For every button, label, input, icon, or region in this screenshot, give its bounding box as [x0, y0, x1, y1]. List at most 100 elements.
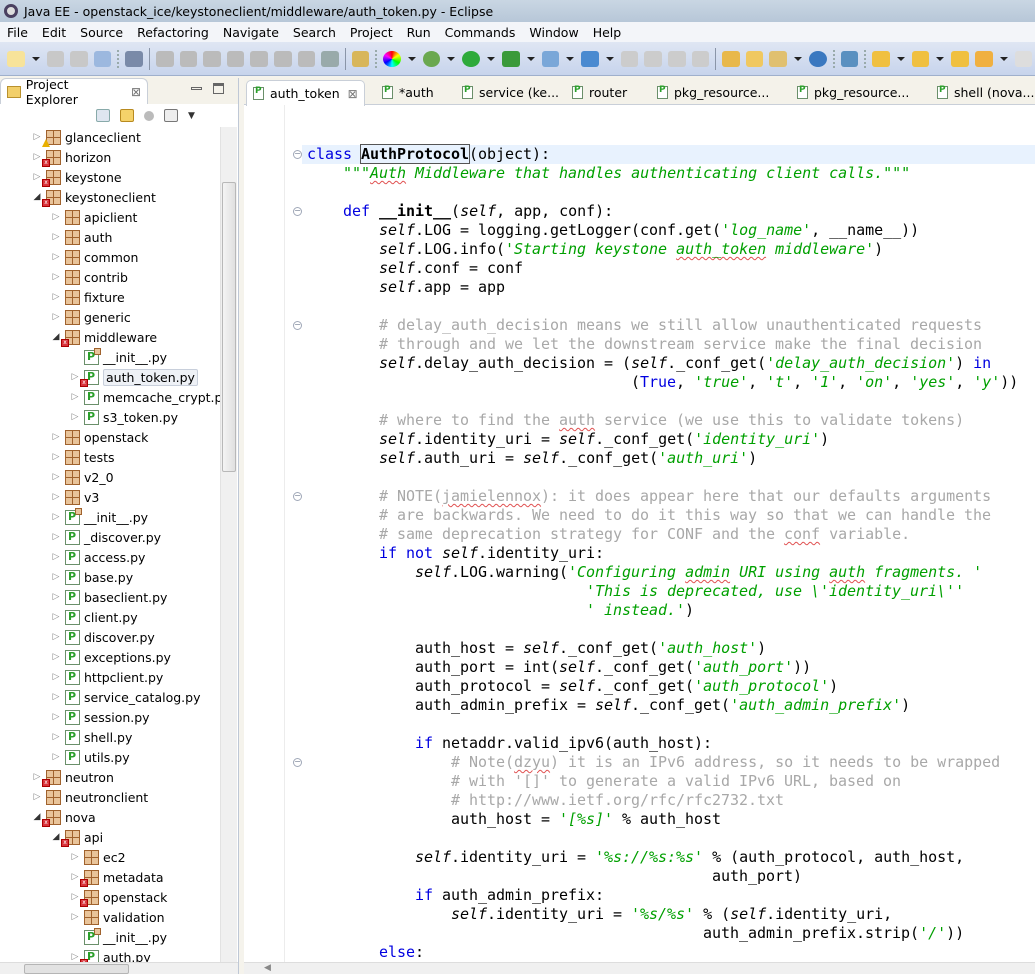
- horizontal-scrollbar[interactable]: [0, 962, 238, 974]
- collapsed-arrow-icon[interactable]: ▷: [69, 412, 81, 422]
- tree-item[interactable]: ▷ client.py: [50, 607, 138, 627]
- tree-item[interactable]: ◢ x middleware: [50, 327, 157, 347]
- save-all-icon[interactable]: [70, 50, 88, 67]
- tree-item[interactable]: ▷ generic: [50, 307, 131, 327]
- tree-item[interactable]: ▷ fixture: [50, 287, 125, 307]
- fold-collapse-icon[interactable]: −: [293, 207, 302, 216]
- collapsed-arrow-icon[interactable]: ▷: [50, 532, 62, 542]
- collapsed-arrow-icon[interactable]: ▷: [50, 472, 62, 482]
- open-folder-icon[interactable]: [620, 50, 639, 67]
- tree-item[interactable]: ▷ baseclient.py: [50, 587, 167, 607]
- collapsed-arrow-icon[interactable]: ▷: [50, 692, 62, 702]
- tree-item[interactable]: ▷ httpclient.py: [50, 667, 163, 687]
- back-icon[interactable]: [974, 50, 993, 67]
- step-return-icon[interactable]: [297, 50, 316, 67]
- skip-breakpoints-icon[interactable]: [125, 50, 143, 67]
- open-file-icon[interactable]: [745, 50, 764, 67]
- tree-item[interactable]: ▷ x keystone: [31, 167, 122, 187]
- new-server-icon[interactable]: [541, 50, 560, 67]
- collapsed-arrow-icon[interactable]: ▷: [50, 252, 62, 262]
- tree-item[interactable]: ▷ ec2: [69, 847, 126, 867]
- collapsed-arrow-icon[interactable]: ▷: [50, 672, 62, 682]
- dropdown-arrow-icon[interactable]: [793, 56, 802, 61]
- tree-item[interactable]: ▷ __init__.py: [50, 507, 148, 527]
- tree-item[interactable]: ◢ x api: [50, 827, 103, 847]
- editor-tab[interactable]: *auth: [382, 80, 434, 105]
- tree-item[interactable]: ▷ v2_0: [50, 467, 114, 487]
- tree-item[interactable]: __init__.py: [69, 927, 167, 947]
- tree-item[interactable]: ▷ auth: [50, 227, 112, 247]
- terminate-icon[interactable]: [203, 50, 221, 67]
- tree-item[interactable]: ▷xauth.py: [69, 947, 151, 962]
- code-area[interactable]: class AuthProtocol(object): """Auth Midd…: [244, 105, 1035, 962]
- dropdown-arrow-icon[interactable]: [407, 56, 416, 61]
- tree-item[interactable]: ▷ _discover.py: [50, 527, 161, 547]
- editor-tab[interactable]: service (ke...: [462, 80, 559, 105]
- collapsed-arrow-icon[interactable]: ▷: [50, 632, 62, 642]
- menu-refactoring[interactable]: Refactoring: [130, 25, 216, 40]
- tree-item[interactable]: ▷ base.py: [50, 567, 133, 587]
- menu-navigate[interactable]: Navigate: [216, 25, 286, 40]
- collapsed-arrow-icon[interactable]: ▷: [69, 392, 81, 402]
- editor-horizontal-scrollbar[interactable]: ◀: [244, 962, 1035, 974]
- collapsed-arrow-icon[interactable]: ▷: [50, 212, 62, 222]
- dropdown-arrow-icon[interactable]: [487, 56, 496, 61]
- collapsed-arrow-icon[interactable]: ▷: [50, 492, 62, 502]
- edit-icon[interactable]: [769, 50, 787, 67]
- menu-project[interactable]: Project: [343, 25, 400, 40]
- dropdown-arrow-icon[interactable]: [605, 56, 614, 61]
- next-annotation-icon[interactable]: [872, 50, 890, 67]
- scrollbar-thumb[interactable]: [24, 964, 129, 974]
- save-icon[interactable]: [46, 50, 65, 67]
- tree-item[interactable]: ▷ exceptions.py: [50, 647, 171, 667]
- run-external-tool-icon[interactable]: [502, 50, 520, 67]
- tree-item[interactable]: ▷ discover.py: [50, 627, 155, 647]
- minimize-button[interactable]: [191, 87, 202, 90]
- editor-tab[interactable]: pkg_resource...: [797, 80, 909, 105]
- last-edit-icon[interactable]: [951, 50, 969, 67]
- close-tab-icon[interactable]: ⊠: [348, 87, 358, 101]
- step-into-icon[interactable]: [250, 50, 268, 67]
- dropdown-arrow-icon[interactable]: [31, 56, 40, 61]
- collapsed-arrow-icon[interactable]: ▷: [50, 312, 62, 322]
- fold-collapse-icon[interactable]: −: [293, 492, 302, 501]
- suspend-icon[interactable]: [179, 50, 198, 67]
- tree-item[interactable]: ▷ utils.py: [50, 747, 130, 767]
- collapsed-arrow-icon[interactable]: ▷: [50, 712, 62, 722]
- disconnect-icon[interactable]: [226, 50, 245, 67]
- editor-tab[interactable]: shell (nova...: [937, 80, 1034, 105]
- print-icon[interactable]: [93, 50, 112, 67]
- collapsed-arrow-icon[interactable]: ▷: [50, 572, 62, 582]
- tree-item[interactable]: ▷ tests: [50, 447, 115, 467]
- tree-item[interactable]: ▷ shell.py: [50, 727, 132, 747]
- tree-item[interactable]: ▷ access.py: [50, 547, 145, 567]
- collapsed-arrow-icon[interactable]: ▷: [69, 852, 81, 862]
- tree-item[interactable]: ▷ x openstack: [69, 887, 167, 907]
- close-icon[interactable]: ⊠: [131, 85, 141, 99]
- tree-item[interactable]: ▷xauth_token.py: [69, 367, 198, 387]
- collapsed-arrow-icon[interactable]: ▷: [50, 732, 62, 742]
- tree-item[interactable]: ▷ glanceclient: [31, 127, 141, 147]
- debug-icon[interactable]: [422, 50, 441, 67]
- view-menu-chevron-icon[interactable]: ▼: [188, 111, 195, 121]
- collapsed-arrow-icon[interactable]: ▷: [50, 232, 62, 242]
- new-wizard-icon[interactable]: [7, 50, 25, 67]
- dropdown-arrow-icon[interactable]: [526, 56, 535, 61]
- menu-help[interactable]: Help: [586, 25, 629, 40]
- open-folder-icon[interactable]: [668, 50, 686, 67]
- run-icon[interactable]: [462, 50, 481, 67]
- use-step-filters-icon[interactable]: [351, 50, 370, 67]
- menu-file[interactable]: File: [0, 25, 35, 40]
- tree-item[interactable]: ◢ x nova: [31, 807, 96, 827]
- maximize-button[interactable]: [213, 83, 224, 94]
- forward-icon[interactable]: [1014, 50, 1033, 67]
- tree-item[interactable]: ▷ memcache_crypt.py: [69, 387, 220, 407]
- new-class-icon[interactable]: [581, 50, 599, 67]
- collapsed-arrow-icon[interactable]: ▷: [50, 612, 62, 622]
- collapsed-arrow-icon[interactable]: ▷: [50, 272, 62, 282]
- dropdown-arrow-icon[interactable]: [896, 56, 905, 61]
- menu-edit[interactable]: Edit: [35, 25, 73, 40]
- link-with-editor-icon[interactable]: [120, 109, 134, 122]
- tree-item[interactable]: ▷ apiclient: [50, 207, 137, 227]
- open-folder-icon[interactable]: [644, 50, 663, 67]
